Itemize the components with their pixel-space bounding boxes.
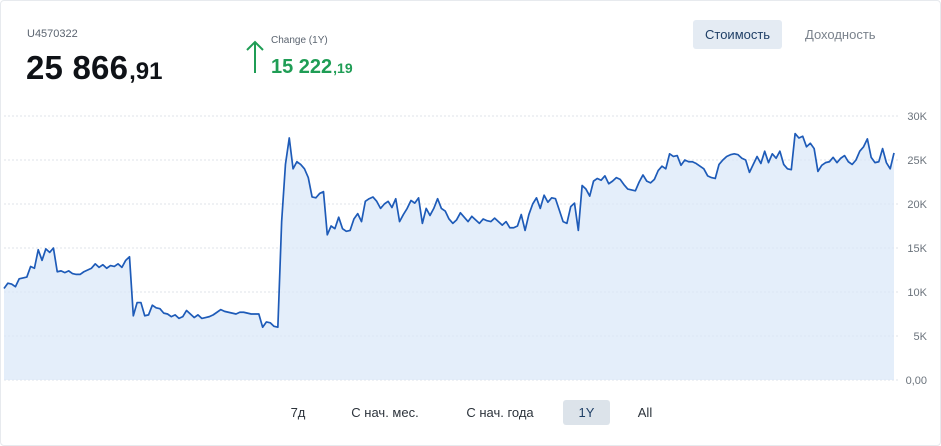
account-id: U4570322: [27, 28, 78, 40]
account-value-decimal: ,91: [129, 58, 163, 85]
change-label: Change (1Y): [271, 35, 328, 46]
portfolio-card: U4570322 25 866,91 Change (1Y) 15 222,19…: [0, 0, 941, 446]
chart-y-ticks: 0,00 5K 10K 15K 20K 25K 30K: [906, 111, 928, 387]
account-value-integer: 25 866: [26, 49, 129, 86]
y-tick-label: 5K: [914, 331, 928, 343]
chart-area-layer: [4, 133, 894, 380]
range-mtd-button[interactable]: С нач. мес.: [343, 400, 427, 425]
y-tick-label: 30K: [907, 111, 927, 123]
y-tick-label: 20K: [907, 199, 927, 211]
y-tick-label: 10K: [907, 287, 927, 299]
y-tick-label: 0,00: [906, 375, 927, 387]
range-ytd-button[interactable]: С нач. года: [457, 400, 543, 425]
change-value-integer: 15 222: [271, 56, 333, 78]
y-tick-label: 15K: [907, 243, 927, 255]
range-all-button[interactable]: All: [627, 400, 663, 425]
toggle-return-button[interactable]: Доходность: [793, 20, 888, 49]
range-7d-button[interactable]: 7д: [281, 400, 315, 425]
toggle-value-button[interactable]: Стоимость: [693, 20, 783, 49]
arrow-up-icon: [246, 40, 264, 73]
series-area: [4, 133, 894, 380]
change-value: 15 222,19: [271, 56, 353, 79]
account-value: 25 866,91: [26, 49, 163, 87]
range-1y-button[interactable]: 1Y: [563, 400, 610, 425]
y-tick-label: 25K: [907, 155, 927, 167]
change-value-decimal: ,19: [333, 60, 353, 76]
value-chart: 0,00 5K 10K 15K 20K 25K 30K: [3, 111, 928, 387]
